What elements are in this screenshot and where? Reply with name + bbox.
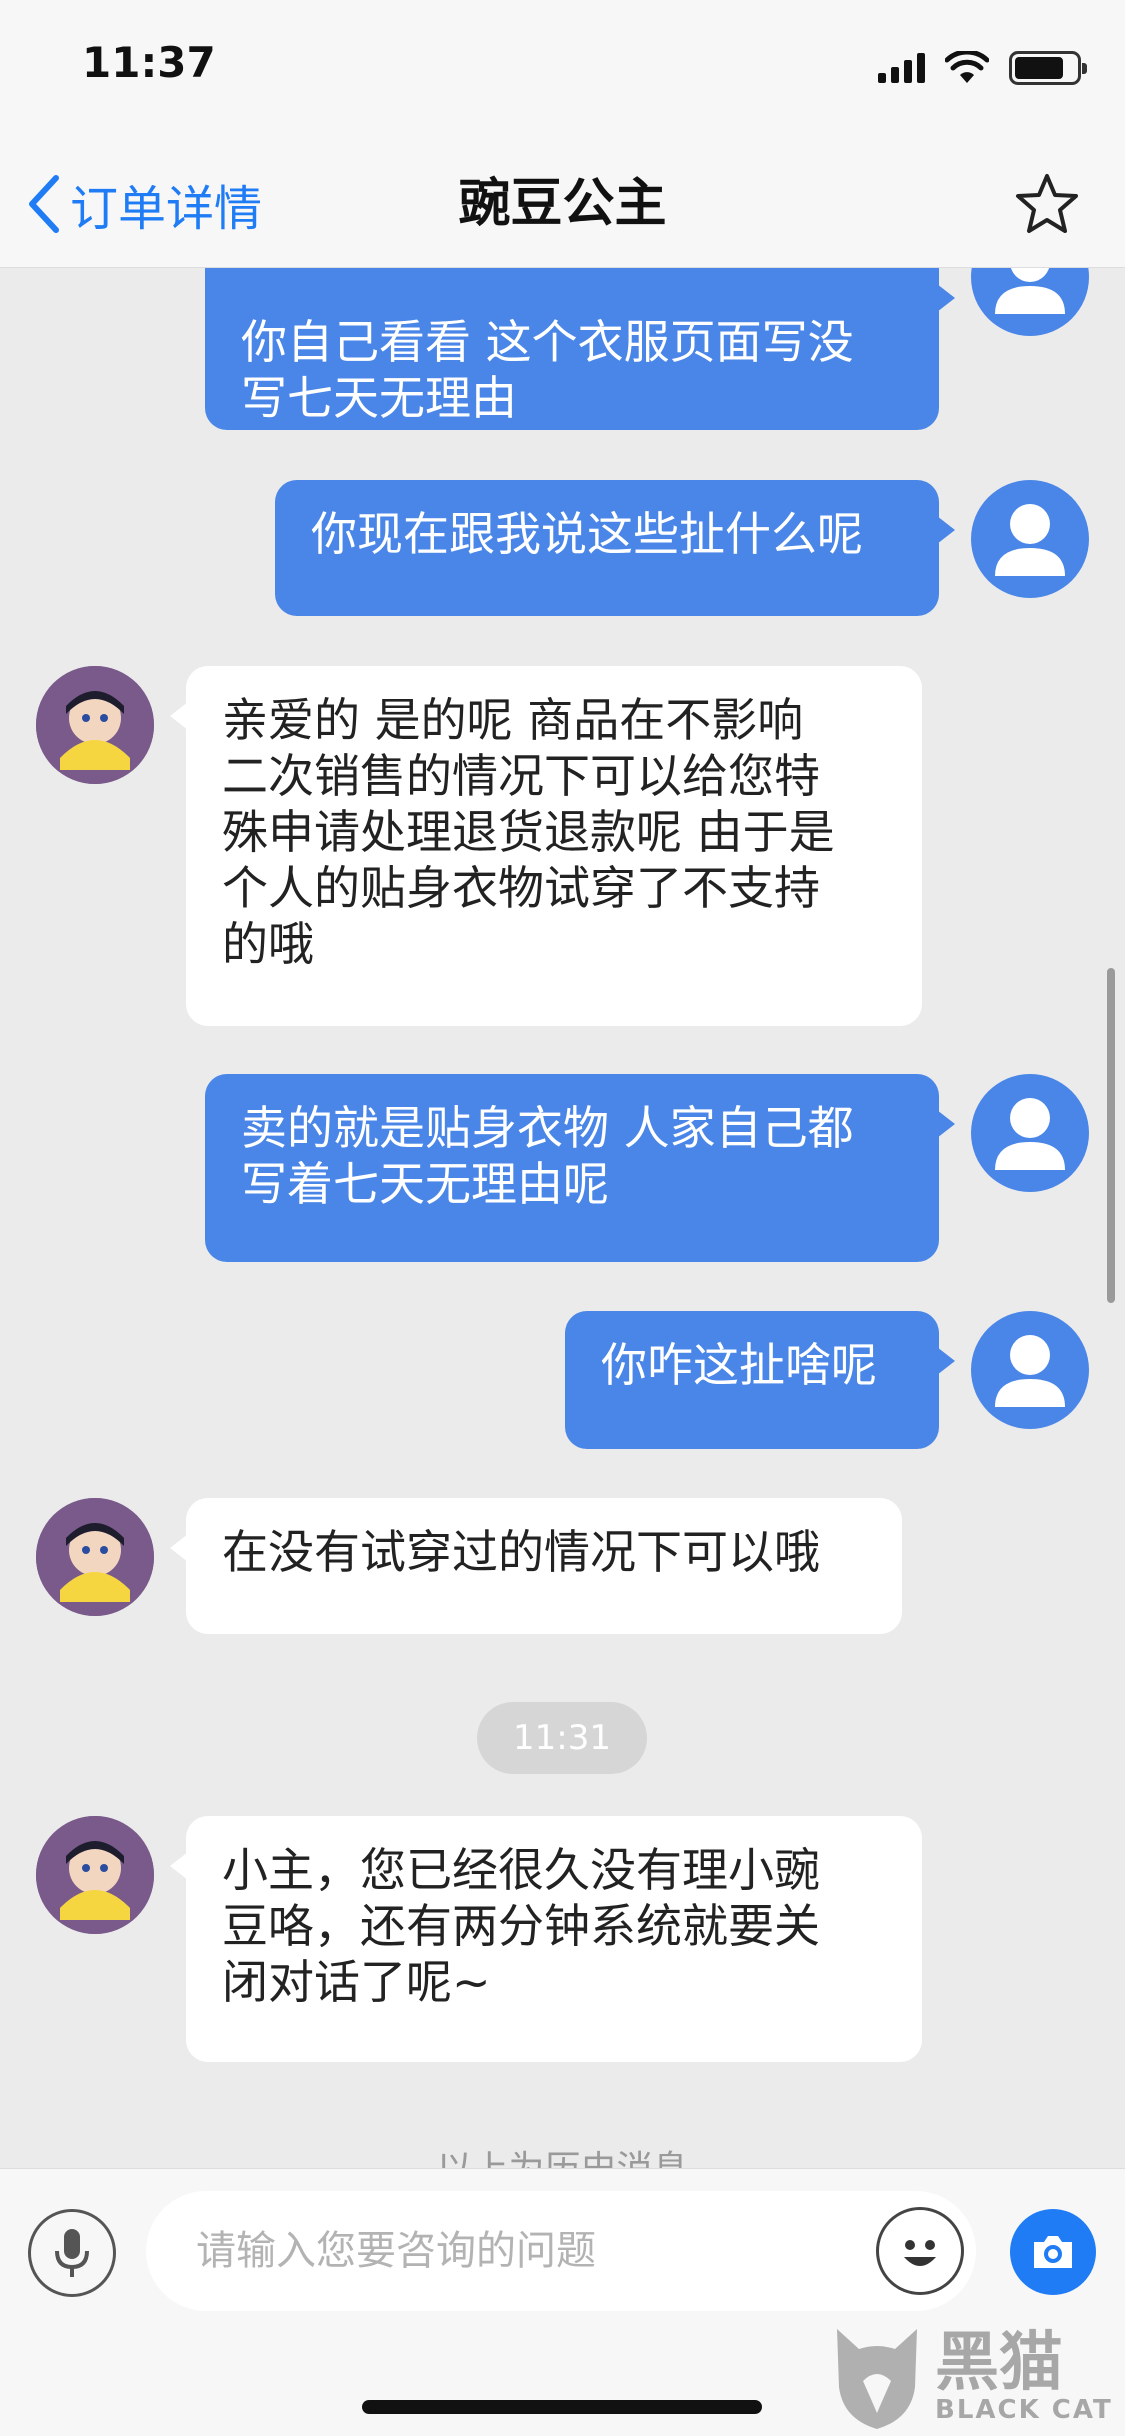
back-button[interactable]: 订单详情 xyxy=(26,166,262,242)
camera-icon xyxy=(1034,2236,1072,2268)
emoji-button[interactable] xyxy=(876,2207,964,2295)
message-line: 在没有试穿过的情况下可以哦 xyxy=(222,1525,820,1579)
microphone-icon xyxy=(55,2229,89,2277)
wifi-icon xyxy=(945,51,989,83)
home-indicator[interactable] xyxy=(362,2400,762,2414)
status-bar: 11:37 xyxy=(0,0,1125,140)
history-note: 以上为历史消息 xyxy=(0,2140,1125,2168)
message-input-field[interactable] xyxy=(146,2191,976,2311)
watermark: 黑猫 BLACK CAT xyxy=(829,2320,1119,2436)
message-line: 写着七天无理由呢 xyxy=(241,1157,609,1211)
cellular-signal-icon xyxy=(878,53,925,83)
message-line: 个人的贴身衣物试穿了不支持 xyxy=(222,861,820,915)
message-line: 闭对话了呢~ xyxy=(222,1955,491,2009)
user-avatar-icon xyxy=(995,1098,1065,1170)
user-avatar[interactable] xyxy=(971,1311,1089,1429)
watermark-text: 黑猫 BLACK CAT xyxy=(935,2331,1113,2425)
status-time: 11:37 xyxy=(82,38,216,87)
message-bubble[interactable]: 亲爱的 是的呢 商品在不影响 二次销售的情况下可以给您特 殊申请处理退货退款呢 … xyxy=(170,666,922,1026)
black-cat-logo-icon xyxy=(837,2329,917,2429)
message-line: 二次销售的情况下可以给您特 xyxy=(222,749,820,803)
smiley-icon xyxy=(904,2240,936,2266)
message-line: 豆咯，还有两分钟系统就要关 xyxy=(222,1899,820,1953)
message-bubble[interactable]: 卖的就是贴身衣物 人家自己都 写着七天无理由呢 xyxy=(205,1074,955,1262)
user-avatar-icon xyxy=(995,268,1065,314)
message-line: 卖的就是贴身衣物 人家自己都 xyxy=(241,1101,854,1155)
status-icons xyxy=(878,48,1087,88)
watermark-cn: 黑猫 xyxy=(935,2326,1063,2400)
message-bubble[interactable]: 小主，您已经很久没有理小豌 豆咯，还有两分钟系统就要关 闭对话了呢~ xyxy=(170,1816,922,2062)
anime-avatar-icon xyxy=(36,1498,154,1616)
seller-avatar[interactable] xyxy=(36,1816,154,1934)
message-line: 殊申请处理退货退款呢 由于是 xyxy=(222,805,835,859)
message-row: 卖的就是贴身衣物 人家自己都 写着七天无理由呢 xyxy=(0,1074,1125,1264)
message-line: 你自己看看 这个衣服页面写没 xyxy=(241,315,854,369)
navigation-bar: 豌豆公主 订单详情 xyxy=(0,140,1125,268)
seller-avatar[interactable] xyxy=(36,666,154,784)
user-avatar[interactable] xyxy=(971,1074,1089,1192)
message-bubble[interactable]: 你现在跟我说这些扯什么呢 xyxy=(275,480,955,616)
message-line: 你现在跟我说这些扯什么呢 xyxy=(311,507,863,561)
user-avatar-icon xyxy=(995,1335,1065,1407)
star-icon xyxy=(1016,174,1078,233)
message-line: 的哦 xyxy=(222,917,314,971)
chat-message-list[interactable]: 你自己看看 这个衣服页面写没 写七天无理由 你现在跟我说这些扯什么呢 亲爱的 是… xyxy=(0,268,1125,2168)
message-bubble[interactable]: 在没有试穿过的情况下可以哦 xyxy=(170,1498,902,1634)
battery-icon xyxy=(1009,51,1087,85)
anime-avatar-icon xyxy=(36,1816,154,1934)
message-row: 亲爱的 是的呢 商品在不影响 二次销售的情况下可以给您特 殊申请处理退货退款呢 … xyxy=(0,666,1125,1031)
message-line: 写七天无理由 xyxy=(241,371,517,425)
anime-avatar-icon xyxy=(36,666,154,784)
user-avatar[interactable] xyxy=(971,480,1089,598)
message-line: 小主，您已经很久没有理小豌 xyxy=(222,1843,820,1897)
favorite-star-button[interactable] xyxy=(1009,166,1085,242)
message-row: 在没有试穿过的情况下可以哦 xyxy=(0,1498,1125,1638)
camera-button[interactable] xyxy=(1010,2209,1096,2295)
message-row: 你自己看看 这个衣服页面写没 写七天无理由 xyxy=(0,268,1125,438)
message-row: 小主，您已经很久没有理小豌 豆咯，还有两分钟系统就要关 闭对话了呢~ xyxy=(0,1816,1125,2066)
user-avatar[interactable] xyxy=(971,268,1089,336)
voice-input-button[interactable] xyxy=(28,2209,116,2297)
user-avatar-icon xyxy=(995,504,1065,576)
message-row: 你咋这扯啥呢 xyxy=(0,1311,1125,1451)
back-button-label: 订单详情 xyxy=(70,181,263,237)
message-line: 你咋这扯啥呢 xyxy=(601,1338,877,1392)
scrollbar[interactable] xyxy=(1107,968,1115,1303)
timestamp-chip: 11:31 xyxy=(477,1702,647,1774)
message-bubble[interactable]: 你咋这扯啥呢 xyxy=(565,1311,955,1449)
message-input[interactable] xyxy=(196,2219,796,2283)
seller-avatar[interactable] xyxy=(36,1498,154,1616)
watermark-en: BLACK CAT xyxy=(935,2395,1113,2425)
message-line: 亲爱的 是的呢 商品在不影响 xyxy=(222,693,804,747)
chevron-left-icon xyxy=(29,175,59,233)
message-bubble[interactable]: 你自己看看 这个衣服页面写没 写七天无理由 xyxy=(205,268,955,430)
message-row: 你现在跟我说这些扯什么呢 xyxy=(0,480,1125,620)
